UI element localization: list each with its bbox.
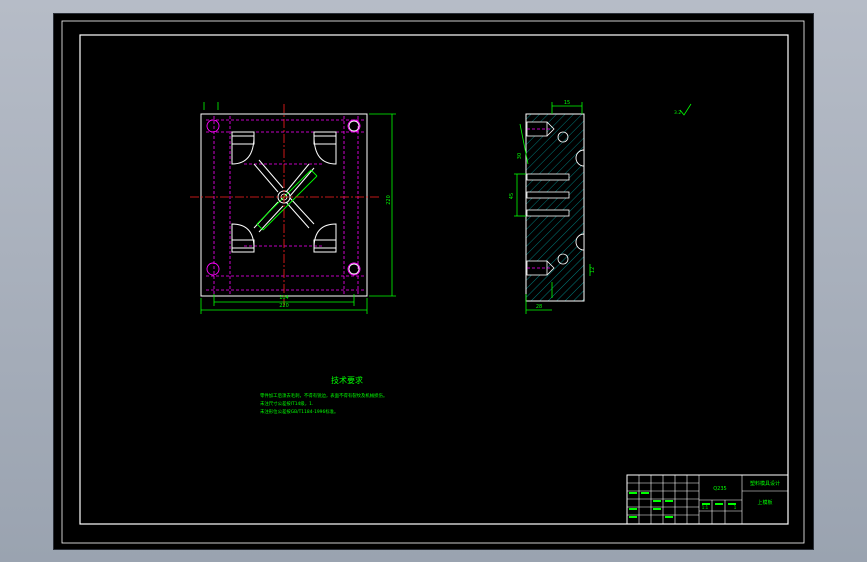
roughness-symbol: 3.2 bbox=[674, 103, 692, 116]
note-line-1: 零件加工后须去毛刺，不得有锐边，表面不得有裂纹及机械损伤。 bbox=[260, 392, 387, 399]
note-line-3: 未注形位公差按GB/T1184-1996标准。 bbox=[260, 408, 338, 415]
cad-viewport[interactable]: 104 220 220 15 30 45 12 28 3.2 技术要求 零件加工… bbox=[54, 14, 813, 549]
inner-border bbox=[79, 34, 789, 525]
dim-right: 220 bbox=[386, 195, 392, 205]
dim-right-bottom: 12 bbox=[590, 267, 596, 273]
plan-view: 104 220 220 bbox=[190, 102, 396, 314]
outer-border bbox=[61, 20, 805, 544]
dim-bottom: 28 bbox=[536, 304, 542, 310]
part-name: 上模板 bbox=[757, 499, 772, 506]
title-block: Q235 塑料模具设计 上模板 1:1 1 bbox=[626, 474, 789, 525]
drawing-canvas: 104 220 220 15 30 45 12 28 3.2 技术要求 零件加工… bbox=[61, 20, 805, 544]
dim-mid: 45 bbox=[509, 193, 515, 199]
project-title: 塑料模具设计 bbox=[750, 480, 780, 487]
scale-value: 1:1 bbox=[702, 505, 709, 510]
section-view: 15 30 45 12 28 bbox=[509, 100, 596, 314]
sheet-number: 1 bbox=[734, 505, 737, 510]
material-label: Q235 bbox=[713, 486, 726, 492]
dim-top: 15 bbox=[564, 100, 570, 106]
roughness-value: 3.2 bbox=[674, 110, 681, 116]
dim-left: 30 bbox=[517, 153, 523, 159]
dim-bottom-outer: 220 bbox=[279, 303, 289, 309]
notes-title: 技术要求 bbox=[331, 375, 363, 385]
note-line-2: 未注尺寸公差按IT14级，1. bbox=[260, 400, 313, 407]
technical-notes: 技术要求 零件加工后须去毛刺，不得有锐边，表面不得有裂纹及机械损伤。 未注尺寸公… bbox=[260, 375, 387, 415]
dim-bottom-inner: 104 bbox=[279, 295, 289, 301]
